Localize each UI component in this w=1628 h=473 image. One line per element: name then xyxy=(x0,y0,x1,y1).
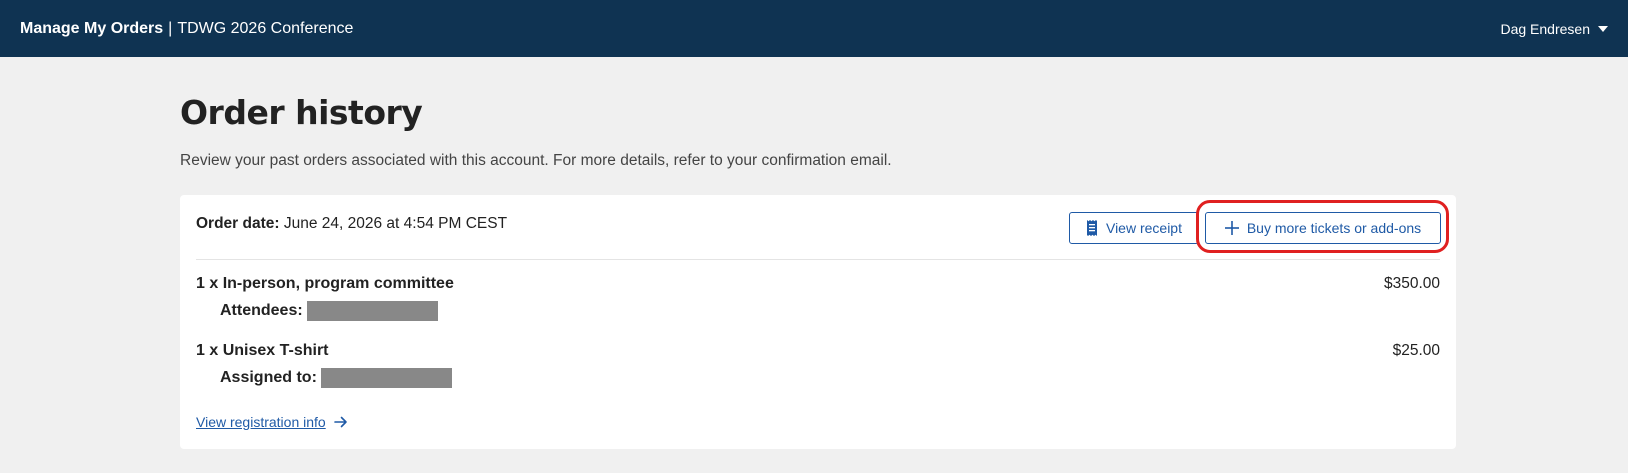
order-date-value: June 24, 2026 at 4:54 PM CEST xyxy=(283,215,508,232)
line-item-price: $25.00 xyxy=(1392,342,1440,359)
buy-more-label: Buy more tickets or add-ons xyxy=(1246,220,1422,236)
page-title: Order history xyxy=(180,93,423,132)
event-name: TDWG 2026 Conference xyxy=(177,19,354,37)
view-registration-label[interactable]: View registration info xyxy=(196,414,326,430)
user-name[interactable]: Dag Endresen xyxy=(1500,21,1590,37)
view-registration-link[interactable]: View registration info xyxy=(196,414,348,430)
attendees-label: Attendees: xyxy=(220,302,303,319)
header-title: Manage My Orders | TDWG 2026 Conference xyxy=(20,20,353,38)
app-title[interactable]: Manage My Orders xyxy=(20,20,163,38)
title-separator: | xyxy=(168,19,173,37)
top-navigation-bar: Manage My Orders | TDWG 2026 Conference … xyxy=(0,0,1628,57)
assigned-to-label: Assigned to: xyxy=(220,369,317,386)
redacted-name xyxy=(320,368,452,388)
line-item-name: 1 x Unisex T-shirt xyxy=(196,342,329,359)
view-receipt-label: View receipt xyxy=(1105,220,1182,236)
user-menu[interactable]: Dag Endresen xyxy=(1500,21,1608,37)
page-subtitle: Review your past orders associated with … xyxy=(180,152,892,169)
plus-icon xyxy=(1224,221,1239,235)
line-item-name: 1 x In-person, program committee xyxy=(196,275,454,292)
assigned-to-row: Assigned to: xyxy=(220,368,452,388)
order-date: Order date: June 24, 2026 at 4:54 PM CES… xyxy=(196,215,507,233)
order-card: Order date: June 24, 2026 at 4:54 PM CES… xyxy=(180,195,1456,449)
view-receipt-button[interactable]: View receipt xyxy=(1069,212,1199,244)
card-divider xyxy=(196,259,1440,260)
arrow-right-icon[interactable] xyxy=(333,416,348,428)
receipt-icon xyxy=(1086,220,1098,236)
buy-more-button[interactable]: Buy more tickets or add-ons xyxy=(1205,212,1441,244)
chevron-down-icon[interactable] xyxy=(1598,25,1608,32)
line-item-price: $350.00 xyxy=(1383,275,1440,292)
attendees-row: Attendees: xyxy=(220,301,438,321)
redacted-name xyxy=(306,301,438,321)
order-date-label: Order date: xyxy=(196,215,280,232)
